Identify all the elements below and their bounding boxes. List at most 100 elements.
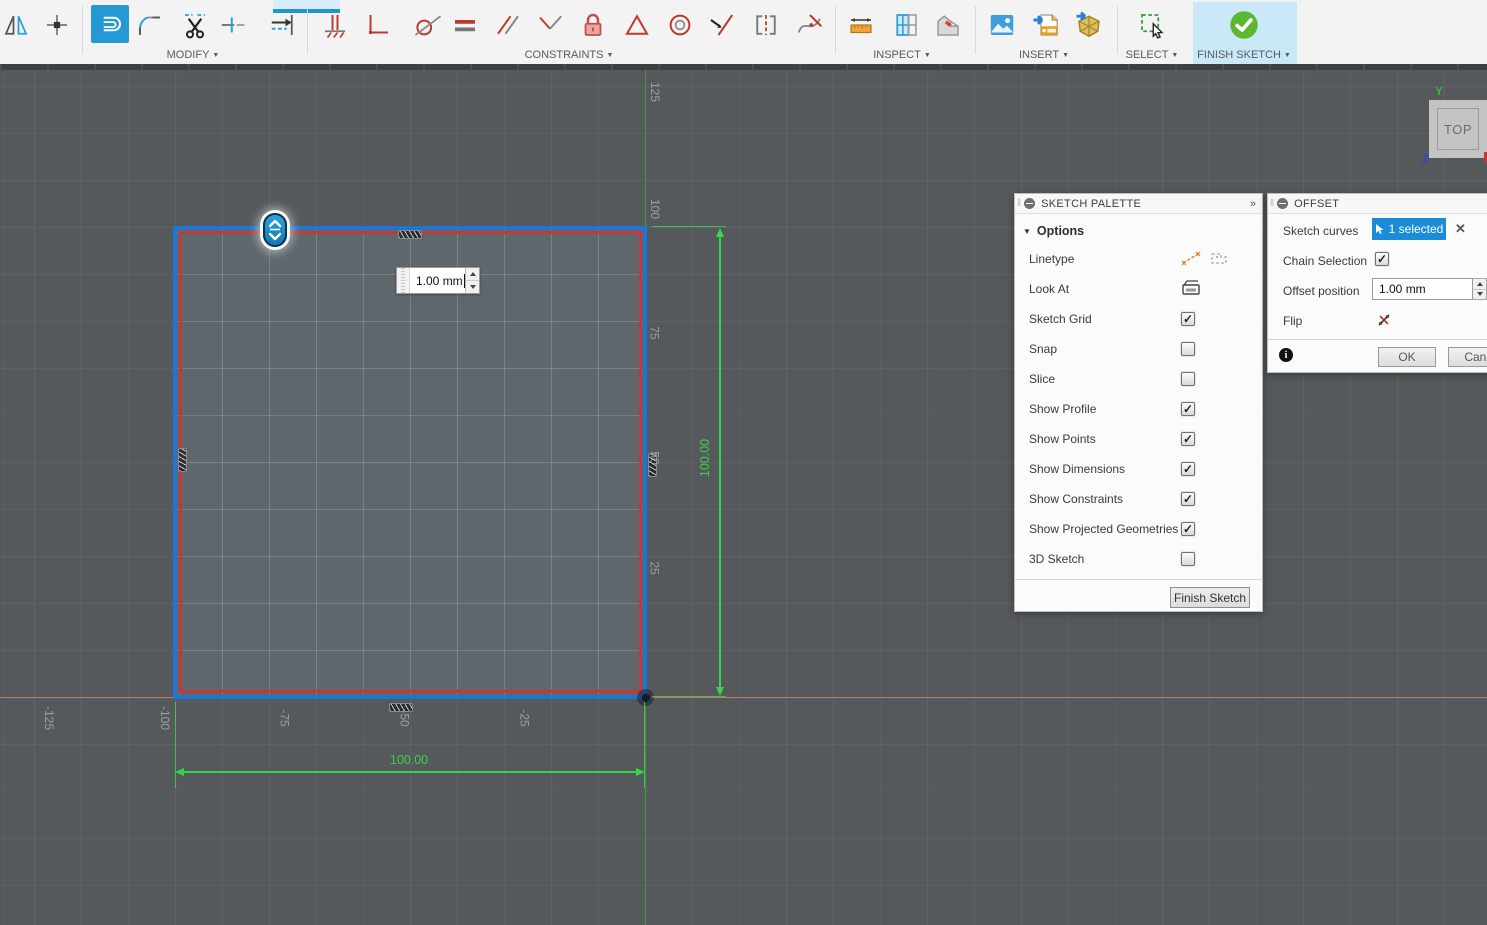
origin-dot bbox=[641, 693, 651, 703]
panel-grip-icon[interactable]: ‖ bbox=[1015, 198, 1024, 209]
projected-geometry-icon[interactable] bbox=[1209, 250, 1229, 269]
palette-row-show-dimensions: Show Dimensions bbox=[1015, 454, 1262, 484]
fix-constraint-icon[interactable] bbox=[575, 5, 611, 45]
extend-tool-icon[interactable] bbox=[215, 5, 251, 45]
constraint-glyph-top[interactable] bbox=[398, 230, 422, 239]
insert-image-icon[interactable] bbox=[984, 5, 1020, 45]
snap-checkbox[interactable] bbox=[1181, 342, 1195, 356]
parallel-constraint-icon[interactable] bbox=[490, 5, 526, 45]
3d-sketch-checkbox[interactable] bbox=[1181, 552, 1195, 566]
constraint-glyph-bottom[interactable] bbox=[389, 703, 413, 712]
inspect-group-label[interactable]: INSPECT▼ bbox=[873, 49, 931, 61]
offset-input-spinner[interactable] bbox=[465, 268, 479, 293]
slice-checkbox[interactable] bbox=[1181, 372, 1195, 386]
spinner-up-button[interactable] bbox=[1473, 279, 1486, 290]
trim-tool-icon[interactable] bbox=[177, 5, 213, 45]
panel-minimize-icon[interactable] bbox=[1024, 198, 1035, 209]
toolbar-separator bbox=[835, 6, 836, 54]
palette-row-show-constraints: Show Constraints bbox=[1015, 484, 1262, 514]
modify-group-label[interactable]: MODIFY▼ bbox=[167, 49, 220, 61]
insert-svg-icon[interactable] bbox=[1028, 5, 1064, 45]
offset-dialog-title: OFFSET bbox=[1294, 198, 1339, 210]
info-icon[interactable]: i bbox=[1279, 348, 1293, 362]
select-tool-icon[interactable] bbox=[1134, 5, 1170, 45]
height-dimension-label[interactable]: 100.00 bbox=[698, 427, 712, 489]
finish-sketch-label[interactable]: FINISH SKETCH▼ bbox=[1197, 49, 1291, 61]
offset-tool-icon[interactable] bbox=[91, 5, 129, 43]
height-dimension-line[interactable] bbox=[719, 236, 721, 688]
ok-button[interactable]: OK bbox=[1378, 347, 1436, 367]
vertical-constraint-icon[interactable] bbox=[317, 5, 353, 45]
symmetry-constraint-icon[interactable] bbox=[748, 5, 784, 45]
x-tick: -25 bbox=[503, 696, 547, 740]
section-analysis-icon[interactable] bbox=[888, 5, 924, 45]
panel-minimize-icon[interactable] bbox=[1277, 198, 1288, 209]
cancel-button[interactable]: Cancel bbox=[1448, 347, 1487, 367]
look-at-icon[interactable] bbox=[1181, 279, 1201, 300]
perpendicular-constraint-icon[interactable] bbox=[532, 5, 568, 45]
sketch-grid-checkbox[interactable] bbox=[1181, 312, 1195, 326]
width-dimension-label[interactable]: 100.00 bbox=[378, 753, 440, 767]
spinner-down-button[interactable] bbox=[466, 281, 479, 293]
panel-collapse-icon[interactable]: » bbox=[1250, 198, 1262, 210]
tangent-constraint-icon[interactable] bbox=[410, 5, 446, 45]
offset-input-value[interactable]: 1.00 mm bbox=[416, 274, 463, 288]
input-drag-grip[interactable] bbox=[397, 268, 410, 293]
point-tool-icon[interactable] bbox=[39, 5, 75, 45]
finish-sketch-icon[interactable] bbox=[1226, 5, 1262, 45]
clear-selection-icon[interactable]: ✕ bbox=[1455, 221, 1466, 237]
spinner-down-button[interactable] bbox=[1473, 290, 1486, 300]
construction-line-icon[interactable] bbox=[1181, 250, 1201, 269]
show-profile-checkbox[interactable] bbox=[1181, 402, 1195, 416]
mirror-tool-icon[interactable] bbox=[0, 5, 34, 45]
chain-selection-checkbox[interactable] bbox=[1375, 252, 1389, 266]
toolbar-separator bbox=[82, 6, 83, 54]
offset-dialog-header[interactable]: ‖ OFFSET bbox=[1268, 194, 1487, 214]
sketch-canvas[interactable]: 125 100 75 50 25 -125 -100 -75 -50 -25 1… bbox=[0, 70, 1487, 925]
offset-position-spinner[interactable] bbox=[1473, 278, 1487, 300]
horizontal-constraint-icon[interactable] bbox=[360, 5, 396, 45]
sketch-palette-header[interactable]: ‖ SKETCH PALETTE » bbox=[1015, 194, 1262, 214]
viewcube[interactable]: TOP Y Z bbox=[1429, 100, 1487, 158]
constraint-glyph-left[interactable] bbox=[178, 448, 187, 472]
spinner-up-button[interactable] bbox=[466, 268, 479, 281]
constraints-group-label[interactable]: CONSTRAINTS▼ bbox=[525, 49, 614, 61]
constraint-glyph-right[interactable] bbox=[648, 453, 657, 477]
show-projected-geometries-checkbox[interactable] bbox=[1181, 522, 1195, 536]
select-group-label[interactable]: SELECT▼ bbox=[1126, 49, 1179, 61]
measure-tool-icon[interactable] bbox=[843, 5, 879, 45]
insert-mesh-icon[interactable] bbox=[1071, 5, 1107, 45]
show-dimensions-checkbox[interactable] bbox=[1181, 462, 1195, 476]
flip-icon[interactable] bbox=[1375, 311, 1393, 332]
concentric-constraint-icon[interactable] bbox=[662, 5, 698, 45]
palette-row-look-at: Look At bbox=[1015, 274, 1262, 304]
origin-point[interactable] bbox=[637, 689, 654, 706]
coincident-constraint-icon[interactable] bbox=[703, 5, 739, 45]
curvature-constraint-icon[interactable] bbox=[792, 5, 828, 45]
selection-count-button[interactable]: 1 selected bbox=[1372, 218, 1446, 240]
show-constraints-checkbox[interactable] bbox=[1181, 492, 1195, 506]
break-tool-icon[interactable] bbox=[265, 5, 301, 45]
equal-constraint-icon[interactable] bbox=[447, 5, 483, 45]
offset-drag-manipulator[interactable] bbox=[263, 213, 287, 247]
insert-group-label[interactable]: INSERT▼ bbox=[1019, 49, 1069, 61]
finish-sketch-button[interactable]: Finish Sketch bbox=[1170, 587, 1250, 608]
viewcube-y-axis-label: Y bbox=[1435, 84, 1443, 98]
viewcube-top-face[interactable]: TOP bbox=[1437, 108, 1479, 150]
width-dimension-line[interactable] bbox=[181, 771, 639, 773]
palette-row-3d-sketch: 3D Sketch bbox=[1015, 544, 1262, 574]
y-tick: 100 bbox=[633, 187, 677, 231]
sketch-rectangle[interactable] bbox=[173, 226, 647, 699]
offset-position-row: Offset position 1.00 mm bbox=[1268, 280, 1487, 304]
fillet-tool-icon[interactable] bbox=[132, 5, 168, 45]
x-tick: -125 bbox=[27, 696, 71, 740]
offset-position-input[interactable]: 1.00 mm bbox=[1372, 278, 1473, 300]
show-points-checkbox[interactable] bbox=[1181, 432, 1195, 446]
midpoint-constraint-icon[interactable] bbox=[619, 5, 655, 45]
offset-dialog-footer: i OK Cancel bbox=[1268, 339, 1487, 374]
panel-grip-icon[interactable]: ‖ bbox=[1268, 198, 1277, 209]
offset-value-input[interactable]: 1.00 mm bbox=[396, 267, 480, 294]
options-section-header[interactable]: ▼ Options bbox=[1015, 218, 1262, 244]
offset-dialog: ‖ OFFSET Sketch curves 1 selected ✕ Chai… bbox=[1267, 193, 1487, 373]
draft-analysis-icon[interactable] bbox=[930, 5, 966, 45]
